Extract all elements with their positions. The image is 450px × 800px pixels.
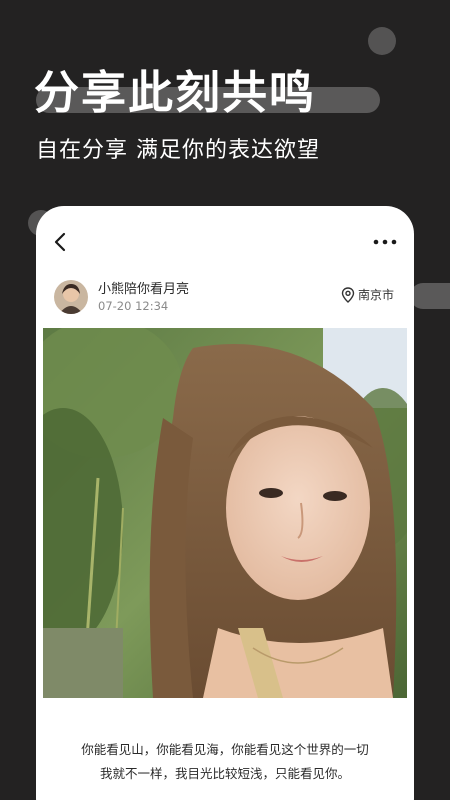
chevron-left-icon <box>54 232 66 252</box>
post-timestamp: 07-20 12:34 <box>98 299 169 313</box>
more-button[interactable] <box>370 228 400 256</box>
post-header: 小熊陪你看月亮 07-20 12:34 南京市 <box>36 276 414 326</box>
promo-subline: 自在分享 满足你的表达欲望 <box>36 138 320 163</box>
decor-bar <box>410 283 450 309</box>
location-label: 南京市 <box>357 288 394 302</box>
post-username[interactable]: 小熊陪你看月亮 <box>98 278 189 297</box>
back-button[interactable] <box>46 228 74 256</box>
caption-line: 我就不一样，我目光比较短浅，只能看见你。 <box>99 766 350 781</box>
promo-screen: 分享此刻共鸣 自在分享 满足你的表达欲望 小熊陪你看月亮 07-20 12:34… <box>0 0 450 800</box>
promo-headline: 分享此刻共鸣 <box>34 66 317 119</box>
post-detail-card: 小熊陪你看月亮 07-20 12:34 南京市 你能看见山，你能看见海，你能看见… <box>36 206 414 800</box>
decor-circle <box>368 27 396 55</box>
caption-line: 你能看见山，你能看见海，你能看见这个世界的一切 <box>81 742 369 757</box>
post-caption: 你能看见山，你能看见海，你能看见这个世界的一切 我就不一样，我目光比较短浅，只能… <box>36 738 414 786</box>
location-tag[interactable]: 南京市 <box>341 286 394 303</box>
nav-bar <box>36 206 414 276</box>
location-pin-icon <box>341 286 355 303</box>
avatar[interactable] <box>54 280 88 314</box>
post-photo[interactable] <box>43 328 407 698</box>
more-dots-icon <box>373 239 397 245</box>
